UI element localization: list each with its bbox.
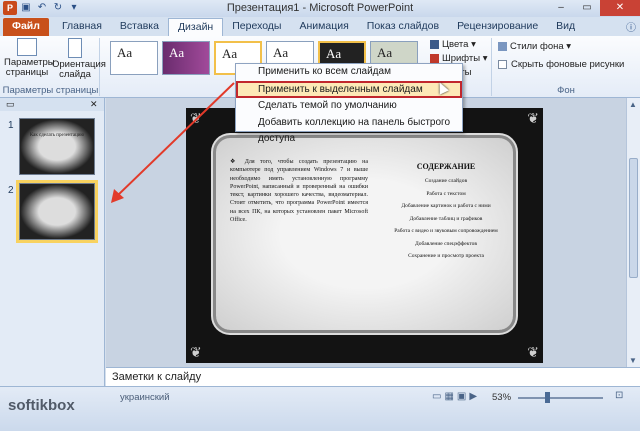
contents-title[interactable]: СОДЕРЖАНИЕ	[390, 162, 502, 171]
hide-bg-checkbox[interactable]: Скрыть фоновые рисунки	[492, 56, 640, 74]
tab-view[interactable]: Вид	[547, 18, 584, 36]
page-setup-icon	[17, 38, 37, 56]
background-group-label: Фон	[557, 85, 575, 96]
help-icon[interactable]: ⓘ	[626, 19, 636, 34]
slide-editor: ❦ ❦ ❦ ❦ ❖ Для того, чтобы создать презен…	[106, 98, 626, 367]
window-title: Презентация1 - Microsoft PowerPoint	[226, 2, 414, 14]
tab-home[interactable]: Главная	[53, 18, 111, 36]
slide-body-text[interactable]: ❖ Для того, чтобы создать презентацию на…	[230, 158, 368, 224]
pane-close-icon[interactable]: ✕	[90, 98, 98, 111]
ornament-icon: ❦	[527, 344, 539, 360]
tab-review[interactable]: Рецензирование	[448, 18, 547, 36]
tab-animation[interactable]: Анимация	[290, 18, 357, 36]
notes-pane[interactable]: Заметки к слайду	[106, 367, 640, 386]
page-setup-button[interactable]: Параметры страницы	[4, 38, 55, 78]
tab-slideshow[interactable]: Показ слайдов	[358, 18, 448, 36]
background-group: Стили фона ▾ Скрыть фоновые рисунки Фон	[491, 38, 640, 96]
vertical-scrollbar[interactable]: ▲ ▼	[626, 98, 640, 367]
ornament-icon: ❦	[527, 110, 539, 126]
list-item: Работа с видео и звуковым сопровождением	[394, 228, 498, 234]
slide-canvas[interactable]: ❦ ❦ ❦ ❦ ❖ Для того, чтобы создать презен…	[186, 108, 543, 363]
list-item: Создание слайдов	[424, 178, 468, 184]
menu-item-apply-all[interactable]: Применить ко всем слайдам	[236, 64, 462, 81]
slide-thumbnail-2[interactable]	[16, 180, 98, 243]
contents-list[interactable]: Создание слайдов Работа с текстом Добавл…	[390, 178, 502, 266]
theme-thumb[interactable]: Aa	[162, 41, 210, 75]
title-bar: P ▣ ↶ ↻ ▾ Презентация1 - Microsoft Power…	[0, 0, 640, 17]
slides-pane-header: ▭ ✕	[0, 98, 104, 111]
tab-design[interactable]: Дизайн	[167, 18, 224, 36]
orientation-icon	[68, 38, 82, 58]
zoom-slider[interactable]	[518, 397, 603, 399]
tab-transitions[interactable]: Переходы	[223, 18, 290, 36]
ornament-icon: ❦	[190, 110, 202, 126]
page-setup-group-label: Параметры страницы	[2, 85, 99, 96]
page-setup-group: Параметры страницы Ориентация слайда Пар…	[2, 38, 106, 96]
theme-context-menu: Применить ко всем слайдам Применить к вы…	[235, 63, 463, 144]
scroll-down-icon[interactable]: ▼	[629, 356, 637, 365]
scroll-thumb[interactable]	[629, 158, 638, 278]
language-indicator[interactable]: украинский	[120, 392, 170, 403]
tab-file[interactable]: Файл	[3, 18, 49, 36]
list-item: Добавление таблиц и графиков	[409, 215, 483, 222]
ornament-icon: ❦	[190, 344, 202, 360]
zoom-slider-knob[interactable]	[545, 392, 550, 403]
slides-pane: ▭ ✕ 1 Как сделать презентацию 2	[0, 98, 105, 398]
bg-styles-button[interactable]: Стили фона ▾	[492, 38, 640, 56]
list-item: Добавление картинок и работа с ними	[401, 203, 491, 209]
bg-styles-icon	[498, 41, 507, 51]
menu-item-set-default[interactable]: Сделать темой по умолчанию	[236, 98, 462, 115]
slide-number: 2	[8, 185, 14, 196]
fonts-icon	[430, 53, 439, 63]
list-item: Работа с текстом	[426, 190, 466, 197]
ribbon-tabs: Файл Главная Вставка Дизайн Переходы Ани…	[0, 17, 640, 36]
view-buttons[interactable]: ▭▦▣▶	[432, 391, 480, 402]
theme-thumb[interactable]: Aa	[110, 41, 158, 75]
list-item: Сохранение и просмотр проекта	[408, 253, 484, 259]
watermark-logo: softikbox	[8, 397, 75, 414]
menu-item-add-to-qat[interactable]: Добавить коллекцию на панель быстрого до…	[236, 115, 462, 144]
zoom-level[interactable]: 53%	[492, 392, 511, 403]
colors-button[interactable]: Цвета ▾	[430, 38, 488, 52]
close-icon[interactable]: ✕	[600, 0, 640, 16]
window-controls: – ▭ ✕	[548, 0, 640, 16]
minimize-icon[interactable]: –	[548, 0, 574, 16]
slide-thumbnail-1[interactable]: Как сделать презентацию	[19, 118, 95, 175]
slide-orientation-button[interactable]: Ориентация слайда	[52, 38, 106, 80]
list-item: Добавление спецэффектов	[414, 240, 478, 247]
fit-to-window-icon[interactable]: ⊡	[615, 390, 623, 401]
menu-item-apply-selected[interactable]: Применить к выделенным слайдам	[236, 81, 462, 98]
slides-tab-icon[interactable]: ▭	[6, 98, 15, 111]
checkbox-icon	[498, 59, 507, 69]
colors-icon	[430, 39, 439, 49]
scroll-up-icon[interactable]: ▲	[629, 100, 637, 109]
maximize-icon[interactable]: ▭	[574, 0, 600, 16]
slide-number: 1	[8, 120, 14, 131]
slide-frame: ❖ Для того, чтобы создать презентацию на…	[216, 138, 513, 330]
status-bar: softikbox украинский ▭▦▣▶ 53% ⊡	[0, 386, 640, 431]
tab-insert[interactable]: Вставка	[111, 18, 168, 36]
